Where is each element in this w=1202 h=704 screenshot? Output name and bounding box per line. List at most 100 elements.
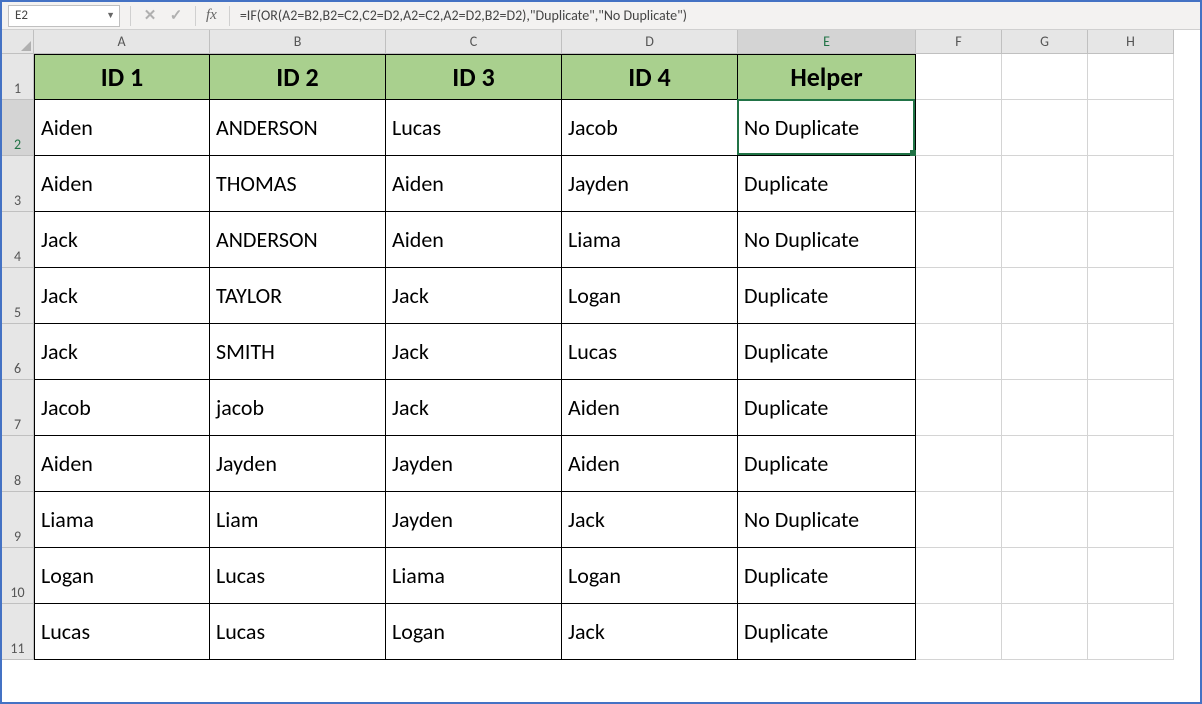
cell-G11[interactable] [1002,604,1088,660]
table-header-cell[interactable]: Helper [738,54,916,100]
row-header-7[interactable]: 7 [2,380,34,436]
cell-H10[interactable] [1088,548,1174,604]
cell-H3[interactable] [1088,156,1174,212]
cell-A11[interactable]: Lucas [34,604,210,660]
cell-D4[interactable]: Liama [562,212,738,268]
cell-G8[interactable] [1002,436,1088,492]
cell-B5[interactable]: TAYLOR [210,268,386,324]
cell-C2[interactable]: Lucas [386,100,562,156]
select-all-corner[interactable] [2,30,34,54]
cell-F8[interactable] [916,436,1002,492]
row-header-5[interactable]: 5 [2,268,34,324]
cell-E3[interactable]: Duplicate [738,156,916,212]
cell-C9[interactable]: Jayden [386,492,562,548]
enter-icon[interactable]: ✓ [163,6,189,25]
cell-A8[interactable]: Aiden [34,436,210,492]
cell-D3[interactable]: Jayden [562,156,738,212]
column-header-E[interactable]: E [738,30,916,54]
row-header-8[interactable]: 8 [2,436,34,492]
cell-F5[interactable] [916,268,1002,324]
cell-E11[interactable]: Duplicate [738,604,916,660]
cell-B3[interactable]: THOMAS [210,156,386,212]
cell-D6[interactable]: Lucas [562,324,738,380]
cell-G2[interactable] [1002,100,1088,156]
cell-G1[interactable] [1002,54,1088,100]
row-header-11[interactable]: 11 [2,604,34,660]
cell-E10[interactable]: Duplicate [738,548,916,604]
cell-D7[interactable]: Aiden [562,380,738,436]
cell-D10[interactable]: Logan [562,548,738,604]
cell-G3[interactable] [1002,156,1088,212]
cell-C8[interactable]: Jayden [386,436,562,492]
cell-C6[interactable]: Jack [386,324,562,380]
cell-A9[interactable]: Liama [34,492,210,548]
cell-A6[interactable]: Jack [34,324,210,380]
cell-B8[interactable]: Jayden [210,436,386,492]
column-header-B[interactable]: B [210,30,386,54]
cell-G5[interactable] [1002,268,1088,324]
cell-B11[interactable]: Lucas [210,604,386,660]
cell-C10[interactable]: Liama [386,548,562,604]
cell-H7[interactable] [1088,380,1174,436]
cell-A4[interactable]: Jack [34,212,210,268]
cell-H1[interactable] [1088,54,1174,100]
cell-H2[interactable] [1088,100,1174,156]
cell-D9[interactable]: Jack [562,492,738,548]
cell-H6[interactable] [1088,324,1174,380]
fx-icon[interactable]: fx [206,7,217,24]
cancel-icon[interactable]: ✕ [137,6,163,25]
row-header-4[interactable]: 4 [2,212,34,268]
cell-F11[interactable] [916,604,1002,660]
cell-H8[interactable] [1088,436,1174,492]
row-header-1[interactable]: 1 [2,54,34,100]
cell-D8[interactable]: Aiden [562,436,738,492]
cell-F4[interactable] [916,212,1002,268]
cell-B9[interactable]: Liam [210,492,386,548]
cell-E7[interactable]: Duplicate [738,380,916,436]
cell-E8[interactable]: Duplicate [738,436,916,492]
cell-F6[interactable] [916,324,1002,380]
cell-B6[interactable]: SMITH [210,324,386,380]
row-header-2[interactable]: 2 [2,100,34,156]
column-header-D[interactable]: D [562,30,738,54]
column-header-C[interactable]: C [386,30,562,54]
column-header-A[interactable]: A [34,30,210,54]
cell-B2[interactable]: ANDERSON [210,100,386,156]
cell-F1[interactable] [916,54,1002,100]
cell-H5[interactable] [1088,268,1174,324]
cell-A10[interactable]: Logan [34,548,210,604]
cell-G7[interactable] [1002,380,1088,436]
name-box-dropdown-icon[interactable]: ▼ [106,10,115,21]
cell-B4[interactable]: ANDERSON [210,212,386,268]
cell-B10[interactable]: Lucas [210,548,386,604]
cell-F2[interactable] [916,100,1002,156]
cell-D11[interactable]: Jack [562,604,738,660]
row-header-6[interactable]: 6 [2,324,34,380]
cell-G9[interactable] [1002,492,1088,548]
cell-G4[interactable] [1002,212,1088,268]
cell-A2[interactable]: Aiden [34,100,210,156]
cell-C5[interactable]: Jack [386,268,562,324]
cell-F9[interactable] [916,492,1002,548]
cell-A7[interactable]: Jacob [34,380,210,436]
cell-G10[interactable] [1002,548,1088,604]
cell-F3[interactable] [916,156,1002,212]
cell-E6[interactable]: Duplicate [738,324,916,380]
cell-C7[interactable]: Jack [386,380,562,436]
cell-A5[interactable]: Jack [34,268,210,324]
table-header-cell[interactable]: ID 1 [34,54,210,100]
table-header-cell[interactable]: ID 3 [386,54,562,100]
formula-input[interactable]: =IF(OR(A2=B2,B2=C2,C2=D2,A2=C2,A2=D2,B2=… [236,7,1200,24]
cell-H9[interactable] [1088,492,1174,548]
column-header-G[interactable]: G [1002,30,1088,54]
cell-E2[interactable]: No Duplicate [738,100,916,156]
row-header-3[interactable]: 3 [2,156,34,212]
cell-C11[interactable]: Logan [386,604,562,660]
table-header-cell[interactable]: ID 4 [562,54,738,100]
cell-G6[interactable] [1002,324,1088,380]
cell-E4[interactable]: No Duplicate [738,212,916,268]
cell-E9[interactable]: No Duplicate [738,492,916,548]
row-header-10[interactable]: 10 [2,548,34,604]
cell-A3[interactable]: Aiden [34,156,210,212]
column-header-H[interactable]: H [1088,30,1174,54]
